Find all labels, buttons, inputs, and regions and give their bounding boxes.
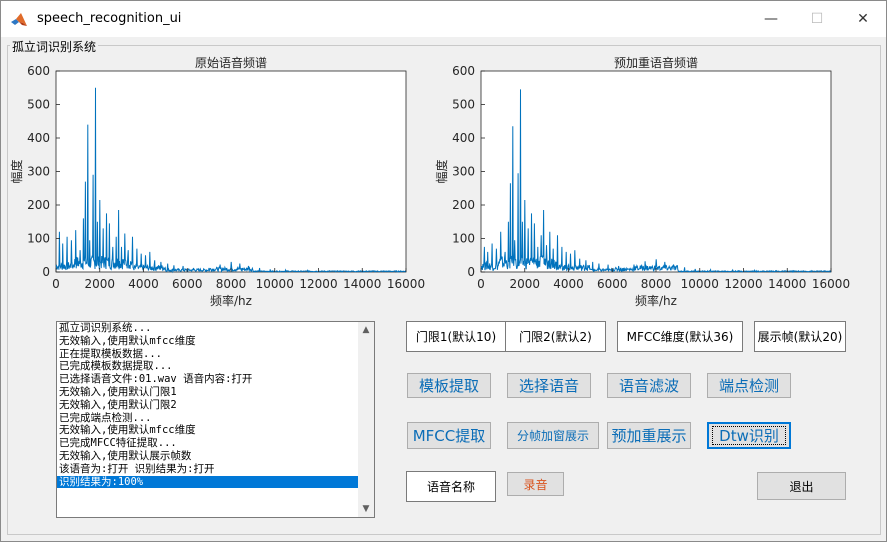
y-tick-label: 300 <box>452 165 475 179</box>
log-line[interactable]: 已完成模板数据提取... <box>57 360 359 373</box>
plot-area <box>55 70 407 273</box>
record-button[interactable]: 录音 <box>507 472 564 496</box>
log-listbox[interactable]: 孤立词识别系统... 无效输入,使用默认mfcc维度 正在提取模板数据... 已完成模… <box>56 321 375 518</box>
minimize-icon: — <box>764 11 778 27</box>
voice-name-field[interactable]: 语音名称 <box>406 471 496 502</box>
x-tick-label: 2000 <box>84 277 115 291</box>
y-axis-label: 幅度 <box>9 159 24 183</box>
log-line[interactable]: 无效输入,使用默认展示帧数 <box>57 450 359 463</box>
x-axis-label: 频率/hz <box>635 293 677 308</box>
x-tick-label: 0 <box>52 277 60 291</box>
log-line[interactable]: 该语音为:打开 识别结果为:打开 <box>57 463 359 476</box>
log-lines: 孤立词识别系统... 无效输入,使用默认mfcc维度 正在提取模板数据... 已完成模… <box>57 322 359 489</box>
x-tick-label: 12000 <box>299 277 337 291</box>
x-axis-label: 频率/hz <box>210 293 252 308</box>
x-tick-label: 8000 <box>641 277 672 291</box>
y-tick-label: 0 <box>467 265 475 279</box>
y-tick-label: 200 <box>27 198 50 212</box>
x-tick-label: 12000 <box>724 277 762 291</box>
x-tick-label: 4000 <box>128 277 159 291</box>
endpoint-detect-button[interactable]: 端点检测 <box>707 373 791 398</box>
mfcc-dim-input[interactable]: MFCC维度(默认36) <box>617 321 743 352</box>
app-window: speech_recognition_ui — ☐ ✕ 孤立词识别系统 0 200… <box>0 0 887 542</box>
log-line[interactable]: 正在提取模板数据... <box>57 348 359 361</box>
y-tick-label: 500 <box>27 98 50 112</box>
plot-area <box>480 70 832 273</box>
matlab-icon <box>11 13 27 26</box>
y-tick-label: 100 <box>452 232 475 246</box>
threshold2-input[interactable]: 门限2(默认2) <box>505 321 606 352</box>
log-line[interactable]: 无效输入,使用默认门限1 <box>57 386 359 399</box>
frame-window-show-button[interactable]: 分帧加窗展示 <box>507 422 599 449</box>
log-line[interactable]: 无效输入,使用默认mfcc维度 <box>57 335 359 348</box>
y-tick-label: 200 <box>452 198 475 212</box>
x-tick-label: 8000 <box>216 277 247 291</box>
minimize-button[interactable]: — <box>748 1 794 37</box>
voice-filter-button[interactable]: 语音滤波 <box>607 373 691 398</box>
x-tick-label: 14000 <box>768 277 806 291</box>
y-tick-label: 400 <box>27 131 50 145</box>
x-tick-label: 6000 <box>172 277 203 291</box>
threshold1-input[interactable]: 门限1(默认10) <box>406 321 506 352</box>
dtw-recognize-button[interactable]: Dtw识别 <box>707 422 791 449</box>
log-line[interactable]: 无效输入,使用默认门限2 <box>57 399 359 412</box>
y-tick-label: 500 <box>452 98 475 112</box>
maximize-button[interactable]: ☐ <box>794 1 840 37</box>
y-tick-label: 400 <box>452 131 475 145</box>
log-line[interactable]: 识别结果为:100% <box>57 475 359 489</box>
x-tick-label: 10000 <box>256 277 294 291</box>
mfcc-extract-button[interactable]: MFCC提取 <box>407 422 491 449</box>
show-frames-input[interactable]: 展示帧(默认20) <box>754 321 846 352</box>
preemphasis-spectrum-plot: 0 2000 4000 6000 8000 10000 12000 14000 16000 0 10… <box>426 45 866 315</box>
x-tick-label: 4000 <box>553 277 584 291</box>
x-tick-label: 6000 <box>597 277 628 291</box>
log-line[interactable]: 无效输入,使用默认mfcc维度 <box>57 424 359 437</box>
template-extract-button[interactable]: 模板提取 <box>407 373 491 398</box>
close-button[interactable]: ✕ <box>840 1 886 37</box>
chart-title: 预加重语音频谱 <box>614 55 698 70</box>
exit-button[interactable]: 退出 <box>757 472 846 500</box>
y-axis-label: 幅度 <box>434 159 449 183</box>
y-tick-label: 0 <box>42 265 50 279</box>
x-tick-label: 14000 <box>343 277 381 291</box>
x-tick-label: 10000 <box>681 277 719 291</box>
x-tick-label: 16000 <box>812 277 850 291</box>
select-voice-button[interactable]: 选择语音 <box>507 373 591 398</box>
y-tick-label: 600 <box>452 64 475 78</box>
window-title: speech_recognition_ui <box>37 11 182 26</box>
log-line[interactable]: 已完成端点检测... <box>57 412 359 425</box>
log-line[interactable]: 已完成MFCC特征提取... <box>57 437 359 450</box>
x-tick-label: 16000 <box>387 277 425 291</box>
chart-title: 原始语音频谱 <box>195 55 267 70</box>
log-line[interactable]: 已选择语音文件:01.wav 语音内容:打开 <box>57 373 359 386</box>
close-icon: ✕ <box>857 11 869 27</box>
log-scrollbar[interactable]: ▲ ▼ <box>358 322 374 517</box>
title-bar[interactable]: speech_recognition_ui — ☐ ✕ <box>1 1 886 37</box>
log-line[interactable]: 孤立词识别系统... <box>57 322 359 335</box>
preemphasis-spectrum-svg: 0 2000 4000 6000 8000 10000 12000 14000 16000 0 10… <box>434 55 850 308</box>
preemphasis-show-button[interactable]: 预加重展示 <box>607 422 691 449</box>
scroll-down-icon[interactable]: ▼ <box>358 501 374 517</box>
scroll-up-icon[interactable]: ▲ <box>358 322 374 338</box>
x-tick-label: 2000 <box>509 277 540 291</box>
maximize-icon: ☐ <box>810 11 824 27</box>
y-tick-label: 600 <box>27 64 50 78</box>
y-tick-label: 300 <box>27 165 50 179</box>
x-tick-label: 0 <box>477 277 485 291</box>
focus-indicator <box>712 426 786 445</box>
original-spectrum-svg: 0 2000 4000 6000 8000 10000 12000 14000 16000 0 10… <box>9 55 425 308</box>
y-tick-label: 100 <box>27 232 50 246</box>
original-spectrum-plot: 0 2000 4000 6000 8000 10000 12000 14000 16000 0 10… <box>1 45 441 315</box>
